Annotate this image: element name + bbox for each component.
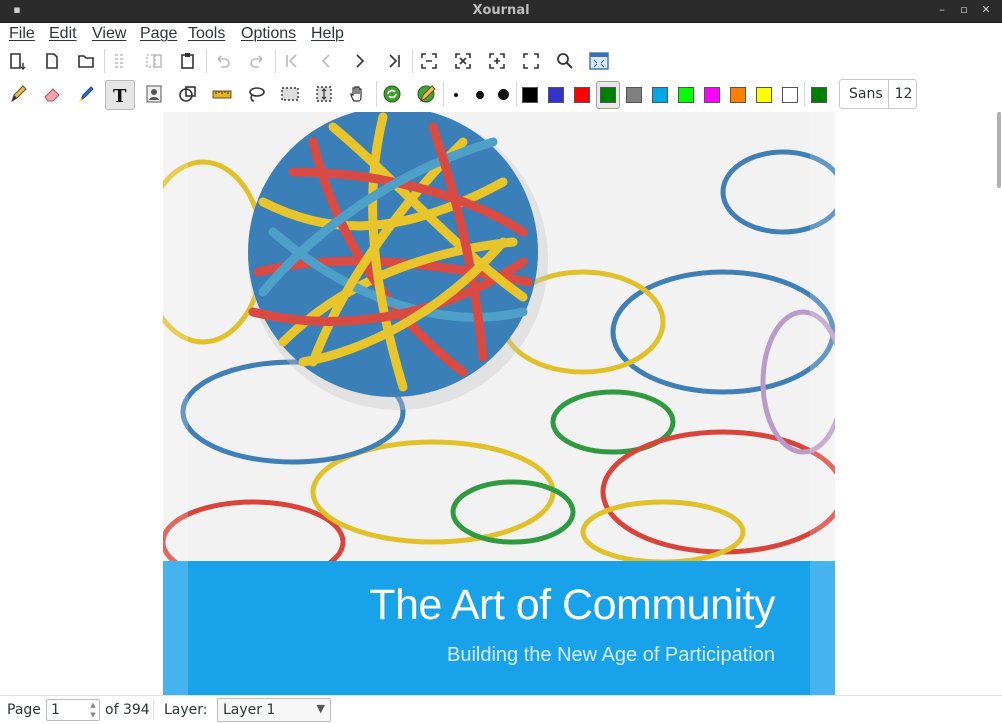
close-icon[interactable]: ✕ (979, 3, 993, 17)
new-page-icon[interactable] (5, 48, 31, 74)
default-tool-icon[interactable] (379, 81, 405, 107)
menu-bar: File Edit View Page Tools Options Help (0, 23, 1002, 45)
document-page[interactable]: The Art of Community Building the New Ag… (163, 112, 835, 695)
layer-select-value: Layer 1 (223, 702, 276, 718)
page-number-spinner[interactable]: 1 ▲ ▼ (46, 699, 100, 721)
page-total: of 394 (105, 702, 150, 718)
separator (153, 700, 154, 720)
cover-image (163, 112, 835, 561)
scrollbar-thumb[interactable] (997, 112, 1001, 188)
pen-size-fine[interactable] (454, 93, 458, 97)
zoom-in-icon[interactable] (484, 48, 510, 74)
menu-edit[interactable]: Edit (49, 25, 77, 43)
previous-page-icon[interactable] (313, 48, 339, 74)
layer-select[interactable]: Layer 1 ▼ (217, 698, 331, 722)
title-bar: ▪ Xournal – ▫ ✕ (0, 0, 1002, 23)
next-page-icon[interactable] (347, 48, 373, 74)
hand-icon[interactable] (345, 81, 371, 107)
spin-arrows-icon[interactable]: ▲ ▼ (88, 700, 98, 720)
separator (804, 81, 805, 107)
open-file-icon[interactable] (39, 48, 65, 74)
image-icon[interactable] (141, 81, 167, 107)
svg-text:T: T (113, 86, 127, 105)
maximize-icon[interactable]: ▫ (957, 3, 971, 17)
menu-help[interactable]: Help (311, 25, 344, 43)
main-toolbar (0, 45, 1002, 77)
menu-page[interactable]: Page (140, 25, 177, 43)
text-icon[interactable]: T (105, 80, 135, 110)
last-page-icon[interactable] (381, 48, 407, 74)
minimize-icon[interactable]: – (935, 3, 949, 17)
color-black[interactable] (522, 87, 538, 103)
eraser-icon[interactable] (39, 81, 65, 107)
page-number-value: 1 (51, 702, 60, 718)
color-yellow[interactable] (756, 87, 772, 103)
layer-label: Layer: (164, 702, 208, 718)
color-green[interactable] (600, 87, 616, 103)
cut-icon[interactable] (107, 48, 133, 74)
separator (275, 49, 276, 73)
default-pen-icon[interactable] (413, 81, 439, 107)
canvas-area[interactable]: The Art of Community Building the New Ag… (0, 112, 1002, 695)
open-folder-icon[interactable] (73, 48, 99, 74)
color-gray[interactable] (626, 87, 642, 103)
page-label: Page (7, 702, 41, 718)
rect-select-icon[interactable] (277, 81, 303, 107)
font-button[interactable]: Sans 12 (839, 79, 917, 109)
page-shading-right (810, 112, 835, 695)
status-bar: Page 1 ▲ ▼ of 394 Layer: Layer 1 ▼ (0, 695, 1002, 724)
color-blue[interactable] (548, 87, 564, 103)
separator (104, 49, 105, 73)
color-white[interactable] (782, 87, 798, 103)
zoom-out-icon[interactable] (450, 48, 476, 74)
zoom-page-width-icon[interactable] (518, 48, 544, 74)
cover-banner: The Art of Community Building the New Ag… (163, 561, 835, 695)
separator (206, 49, 207, 73)
separator (443, 81, 444, 107)
zoom-fit-icon[interactable] (416, 48, 442, 74)
pen-size-thick[interactable] (498, 89, 509, 100)
fullscreen-icon[interactable] (586, 48, 612, 74)
document-subtitle: Building the New Age of Participation (447, 644, 775, 666)
separator (376, 81, 377, 107)
first-page-icon[interactable] (279, 48, 305, 74)
color-red[interactable] (574, 87, 590, 103)
menu-options[interactable]: Options (241, 25, 296, 43)
chevron-down-icon: ▼ (316, 702, 325, 715)
undo-icon[interactable] (210, 48, 236, 74)
find-icon[interactable] (552, 48, 578, 74)
color-orange[interactable] (730, 87, 746, 103)
font-size: 12 (888, 80, 918, 108)
lasso-icon[interactable] (243, 81, 269, 107)
separator (412, 49, 413, 73)
vertical-scrollbar[interactable] (996, 112, 1002, 695)
copy-icon[interactable] (141, 48, 167, 74)
shape-recognizer-icon[interactable] (175, 81, 201, 107)
highlighter-icon[interactable] (73, 81, 99, 107)
color-light-green[interactable] (678, 87, 694, 103)
pen-size-medium[interactable] (476, 91, 484, 99)
menu-tools[interactable]: Tools (188, 25, 225, 43)
document-title: The Art of Community (369, 581, 775, 629)
page-shading-left (163, 112, 188, 695)
current-color-button[interactable] (811, 87, 827, 103)
font-name: Sans (849, 86, 883, 102)
vertical-space-icon[interactable] (311, 81, 337, 107)
window-title: Xournal (472, 3, 530, 18)
color-light-blue[interactable] (652, 87, 668, 103)
redo-icon[interactable] (244, 48, 270, 74)
color-magenta[interactable] (704, 87, 720, 103)
paste-icon[interactable] (175, 48, 201, 74)
ruler-icon[interactable] (209, 81, 235, 107)
separator (516, 81, 517, 107)
menu-view[interactable]: View (92, 25, 126, 43)
pen-icon[interactable] (5, 81, 31, 107)
menu-file[interactable]: File (9, 25, 35, 43)
